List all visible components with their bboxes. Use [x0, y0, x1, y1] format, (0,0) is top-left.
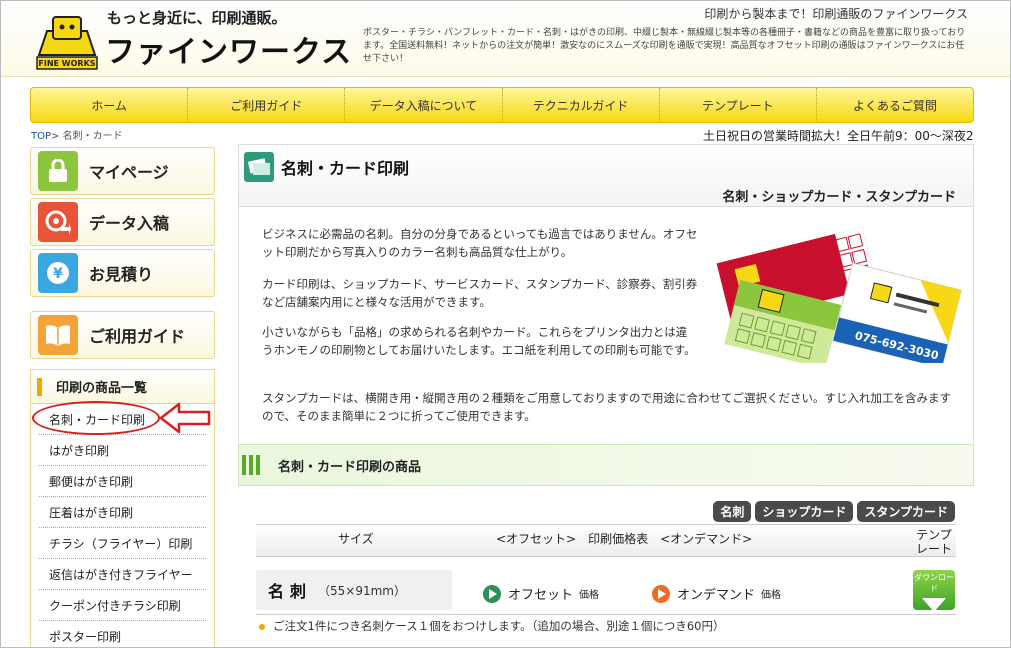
- page-subtitle: 名刺・ショップカード・スタンプカード: [722, 190, 956, 205]
- product-type-tabs: 名刺 ショップカード スタンプカード: [713, 501, 955, 522]
- estimate-button[interactable]: ¥ お見積り: [30, 249, 215, 297]
- site-brand[interactable]: ファインワークス: [105, 27, 352, 71]
- tab-shop-card[interactable]: ショップカード: [755, 501, 854, 522]
- product-list-title: 印刷の商品一覧: [56, 381, 148, 396]
- price-table-header: サイズ <オフセット> 印刷価格表 <オンデマンド> テンプレート: [256, 524, 956, 557]
- nav-home[interactable]: ホーム: [31, 88, 189, 122]
- yen-coin-icon: ¥: [38, 253, 78, 293]
- breadcrumb-top-link[interactable]: TOP: [31, 131, 51, 142]
- site-tagline: もっと身近に、印刷通販。: [107, 9, 287, 27]
- offset-price-label: 価格: [579, 590, 600, 601]
- nav-data-submission[interactable]: データ入稿について: [345, 88, 503, 122]
- svg-text:¥: ¥: [53, 266, 63, 282]
- mypage-label: マイページ: [89, 163, 169, 182]
- data-submission-button[interactable]: データ入稿: [30, 198, 215, 246]
- ondemand-price-button[interactable]: オンデマンド 価格: [652, 584, 781, 603]
- download-arrow-icon: [922, 598, 946, 612]
- list-item-poster[interactable]: ポスター印刷: [39, 621, 206, 647]
- main-heading-box: 名刺・カード印刷 名刺・ショップカード・スタンプカード: [238, 144, 974, 207]
- breadcrumb: TOP> 名刺・カード: [31, 127, 123, 142]
- bullet-icon: [259, 623, 265, 630]
- usage-guide-button[interactable]: ご利用ガイド: [30, 311, 215, 359]
- nav-template[interactable]: テンプレート: [660, 88, 817, 122]
- list-item-postal-postcard[interactable]: 郵便はがき印刷: [39, 466, 206, 497]
- nav-guide[interactable]: ご利用ガイド: [188, 88, 346, 122]
- usage-guide-label: ご利用ガイド: [89, 327, 186, 346]
- business-card-size-cell: 名刺 （55×91mm）: [256, 570, 452, 610]
- intro-paragraph-4: スタンプカードは、横開き用・縦開き用の２種類をご用意しておりますので用途に合わせ…: [262, 391, 951, 423]
- offset-price-button[interactable]: オフセット 価格: [483, 584, 599, 603]
- global-nav: ホーム ご利用ガイド データ入稿について テクニカルガイド テンプレート よくあ…: [30, 87, 974, 123]
- ondemand-label: オンデマンド: [677, 588, 756, 603]
- play-circle-icon: [652, 584, 670, 603]
- mypage-button[interactable]: マイページ: [30, 147, 215, 195]
- disc-upload-icon: [38, 202, 78, 242]
- products-section-header: 名刺・カード印刷の商品: [238, 444, 974, 486]
- play-circle-icon: [483, 584, 501, 603]
- intro-paragraph-1: ビジネスに必需品の名刺。自分の分身であるといっても過言ではありません。オフセット…: [262, 227, 698, 259]
- intro-section: ビジネスに必需品の名刺。自分の分身であるといっても過言ではありません。オフセット…: [238, 207, 974, 443]
- ondemand-price-label: 価格: [761, 590, 782, 601]
- left-arrow-icon: [159, 402, 211, 434]
- highlight-circle: [32, 401, 160, 435]
- header-catchphrase: 印刷から製本まで！印刷通販のファインワークス: [704, 7, 968, 21]
- cards-icon: [244, 152, 274, 182]
- list-item-reply-flyer[interactable]: 返信はがき付きフライヤー: [39, 559, 206, 590]
- product-name: 名刺: [268, 582, 313, 601]
- business-card-case-note: ご注文1件につき名刺ケース１個をおつけします。（追加の場合、別途１個につき60円…: [259, 618, 724, 634]
- offset-label: オフセット: [508, 588, 574, 603]
- fine-works-logo-icon[interactable]: FINE WORKS: [35, 13, 99, 71]
- list-item-flyer[interactable]: チラシ（フライヤー）印刷: [39, 528, 206, 559]
- page-title: 名刺・カード印刷: [281, 159, 410, 178]
- grid-dots-icon: [242, 455, 262, 475]
- products-section-title: 名刺・カード印刷の商品: [278, 459, 422, 475]
- lock-icon: [38, 151, 78, 191]
- column-template: テンプレート: [915, 528, 952, 556]
- product-dimension: （55×91mm）: [318, 583, 406, 598]
- data-submission-label: データ入稿: [89, 214, 170, 233]
- column-size: サイズ: [338, 532, 374, 546]
- download-label: ダウンロード: [914, 573, 954, 593]
- nav-technical-guide[interactable]: テクニカルガイド: [503, 88, 660, 122]
- product-list-header: 印刷の商品一覧: [31, 370, 214, 404]
- nav-faq[interactable]: よくあるご質問: [817, 88, 973, 122]
- row-divider: [256, 614, 956, 615]
- logo-caption: FINE WORKS: [38, 59, 95, 68]
- list-item-sealed-postcard[interactable]: 圧着はがき印刷: [39, 497, 206, 528]
- column-price: <オフセット> 印刷価格表 <オンデマンド>: [496, 532, 753, 546]
- header-accent-bar: [37, 377, 42, 396]
- site-header: FINE WORKS もっと身近に、印刷通販。 ファインワークス 印刷から製本ま…: [1, 1, 1010, 77]
- list-item-postcard[interactable]: はがき印刷: [39, 435, 206, 466]
- breadcrumb-current: > 名刺・カード: [51, 131, 123, 142]
- note-text: ご注文1件につき名刺ケース１個をおつけします。（追加の場合、別途１個につき60円…: [273, 619, 725, 633]
- intro-paragraph-3: 小さいながらも「品格」の求められる名刺やカード。これらをプリンタ出力とは違うホン…: [262, 325, 696, 357]
- list-item-coupon-flyer[interactable]: クーポン付きチラシ印刷: [39, 590, 206, 621]
- page-frame: FINE WORKS もっと身近に、印刷通販。 ファインワークス 印刷から製本ま…: [0, 0, 1011, 648]
- header-intro-text: ポスター・チラシ・パンフレット・カード・名刺・はがきの印刷、中綴じ製本・無線綴じ…: [363, 28, 966, 64]
- intro-paragraph-2: カード印刷は、ショップカード、サービスカード、スタンプカード、診察券、割引券など…: [262, 277, 698, 309]
- estimate-label: お見積り: [89, 265, 154, 284]
- tab-business-card[interactable]: 名刺: [713, 501, 752, 522]
- book-icon: [38, 315, 78, 355]
- tab-stamp-card[interactable]: スタンプカード: [857, 501, 955, 522]
- template-download-button[interactable]: ダウンロード: [913, 570, 955, 612]
- business-hours-ticker: 土日祝日の営業時間拡大！全日午前9：00～深夜2: [703, 129, 974, 143]
- sample-cards-image: 075-692-3030: [716, 227, 962, 363]
